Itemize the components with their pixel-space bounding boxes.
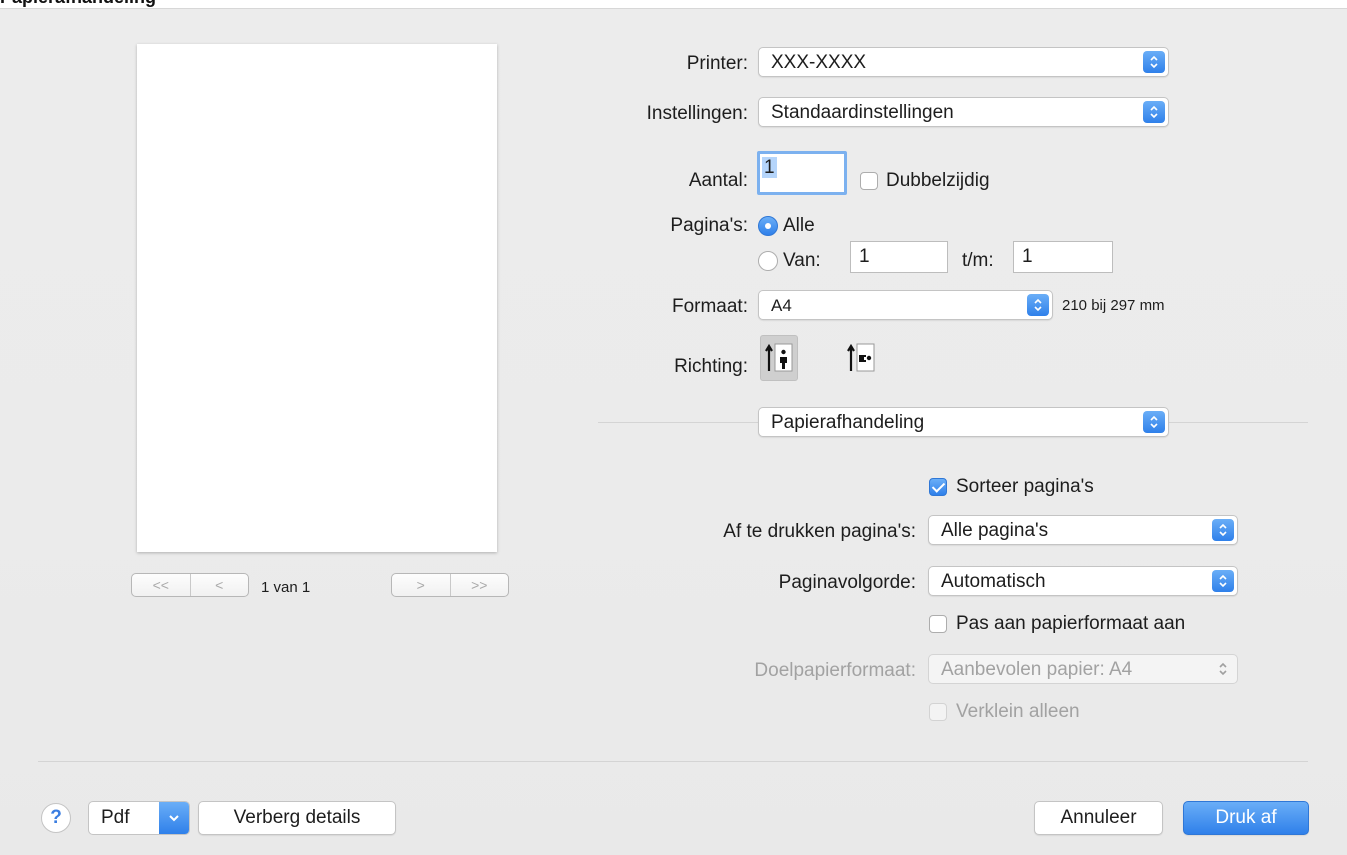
scale-to-paper-checkbox[interactable] — [929, 615, 947, 633]
page-preview — [137, 44, 497, 552]
section-value: Papierafhandeling — [771, 412, 925, 433]
pdf-menu-button[interactable]: Pdf — [88, 801, 190, 835]
chevron-up-down-icon — [1027, 294, 1049, 316]
copies-label: Aantal: — [688, 170, 748, 191]
window-title-bar: Papierafhandeling — [0, 0, 1347, 8]
print-button[interactable]: Druk af — [1183, 801, 1309, 835]
pages-to-print-label: Af te drukken pagina's: — [723, 521, 916, 542]
settings-value: Standaardinstellingen — [771, 102, 954, 123]
pages-all-label: Alle — [783, 215, 815, 236]
pages-label: Pagina's: — [670, 215, 748, 236]
paper-size-value: A4 — [771, 296, 792, 315]
section-select[interactable]: Papierafhandeling — [758, 407, 1169, 437]
page-order-select[interactable]: Automatisch — [928, 566, 1238, 596]
chevron-up-down-icon — [1143, 101, 1165, 123]
paper-size-select[interactable]: A4 — [758, 290, 1053, 320]
pages-to-label: t/m: — [962, 250, 994, 271]
cancel-button[interactable]: Annuleer — [1034, 801, 1163, 835]
printer-value: XXX-XXXX — [771, 52, 867, 73]
portrait-orientation-icon — [765, 343, 793, 372]
pages-from-label: Van: — [783, 250, 821, 271]
collate-label: Sorteer pagina's — [956, 476, 1094, 497]
next-page-button[interactable]: > — [392, 574, 450, 596]
settings-label: Instellingen: — [646, 103, 748, 124]
pdf-label: Pdf — [101, 807, 130, 828]
page-order-value: Automatisch — [941, 571, 1046, 592]
scale-to-paper-label: Pas aan papierformaat aan — [956, 613, 1186, 634]
chevron-up-down-icon — [1143, 411, 1165, 433]
duplex-label: Dubbelzijdig — [886, 170, 990, 191]
page-order-label: Paginavolgorde: — [778, 572, 916, 593]
duplex-checkbox[interactable] — [860, 172, 878, 190]
last-page-button[interactable]: >> — [449, 574, 509, 596]
copies-input[interactable]: 1 — [757, 151, 847, 195]
destination-paper-label: Doelpapierformaat: — [754, 660, 916, 681]
preview-back-nav: << < — [131, 573, 249, 597]
hide-details-button[interactable]: Verberg details — [198, 801, 396, 835]
preview-forward-nav: > >> — [391, 573, 509, 597]
destination-paper-value: Aanbevolen papier: A4 — [941, 659, 1133, 680]
print-dialog: << < 1 van 1 > >> Printer: XXX-XXXX Inst… — [0, 8, 1347, 855]
paper-dimensions: 210 bij 297 mm — [1062, 297, 1165, 314]
scale-down-only-checkbox[interactable] — [929, 703, 947, 721]
pages-from-input[interactable]: 1 — [850, 241, 948, 273]
help-button[interactable]: ? — [41, 803, 71, 833]
previous-page-button[interactable]: < — [189, 574, 249, 596]
window-title: Papierafhandeling — [0, 0, 156, 8]
chevron-up-down-icon — [1212, 658, 1234, 680]
orientation-label: Richting: — [674, 356, 748, 377]
collate-checkbox[interactable] — [929, 478, 947, 496]
printer-label: Printer: — [686, 53, 748, 74]
pages-all-radio[interactable] — [758, 216, 778, 236]
pages-to-print-select[interactable]: Alle pagina's — [928, 515, 1238, 545]
settings-select[interactable]: Standaardinstellingen — [758, 97, 1169, 127]
portrait-orientation-button[interactable] — [760, 335, 798, 381]
chevron-up-down-icon — [1212, 519, 1234, 541]
footer-divider — [38, 761, 1308, 762]
first-page-button[interactable]: << — [132, 574, 190, 596]
landscape-orientation-button[interactable] — [842, 335, 880, 381]
format-label: Formaat: — [671, 296, 748, 317]
destination-paper-select[interactable]: Aanbevolen papier: A4 — [928, 654, 1238, 684]
pages-to-input[interactable]: 1 — [1013, 241, 1113, 273]
pages-to-print-value: Alle pagina's — [941, 520, 1049, 541]
printer-select[interactable]: XXX-XXXX — [758, 47, 1169, 77]
page-counter: 1 van 1 — [261, 579, 311, 596]
chevron-up-down-icon — [1212, 570, 1234, 592]
chevron-down-icon — [159, 802, 189, 834]
landscape-orientation-icon — [847, 343, 875, 372]
chevron-up-down-icon — [1143, 51, 1165, 73]
help-icon: ? — [50, 807, 62, 828]
scale-down-only-label: Verklein alleen — [956, 701, 1080, 722]
pages-range-radio[interactable] — [758, 251, 778, 271]
